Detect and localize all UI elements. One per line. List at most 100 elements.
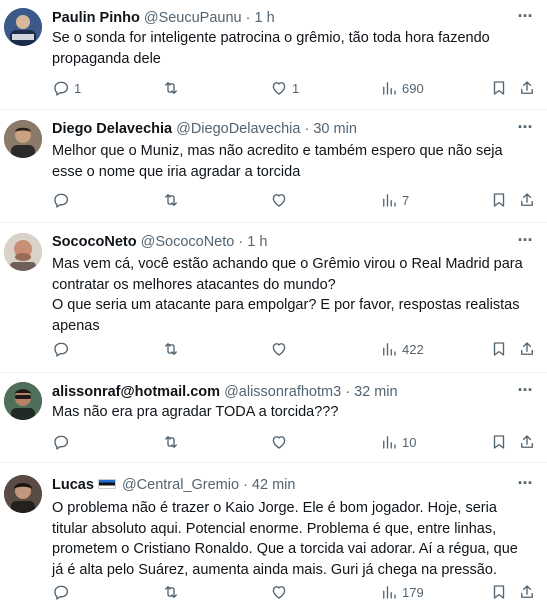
share-button[interactable] — [518, 431, 536, 453]
retweet-icon — [165, 436, 177, 448]
views-icon — [383, 436, 396, 449]
separator: · — [245, 10, 251, 26]
bookmark-icon — [493, 193, 505, 207]
reply-button[interactable] — [52, 581, 74, 603]
reply-icon — [54, 585, 69, 600]
retweet-button[interactable] — [162, 581, 184, 603]
like-button[interactable] — [270, 581, 292, 603]
retweet-button[interactable] — [162, 77, 184, 99]
tweet[interactable]: Paulin Pinho @SeucuPaunu · 1 h ··· Se o … — [0, 0, 547, 110]
views-button[interactable]: 7 — [380, 189, 409, 211]
author-handle[interactable]: @DiegoDelavechia — [176, 121, 300, 137]
more-options-icon[interactable]: ··· — [513, 7, 537, 30]
avatar[interactable] — [4, 8, 42, 46]
tweet[interactable]: alissonraf@hotmail.com @alissonrafhotm3 … — [0, 373, 547, 463]
share-icon — [521, 342, 533, 355]
share-icon — [521, 193, 533, 206]
timestamp[interactable]: 1 h — [255, 10, 275, 26]
timestamp[interactable]: 1 h — [247, 234, 267, 250]
author-handle[interactable]: @Central_Gremio — [122, 477, 239, 493]
reply-icon — [54, 435, 69, 450]
views-button[interactable]: 10 — [380, 431, 416, 453]
view-count: 690 — [402, 80, 424, 96]
more-options-icon[interactable]: ··· — [513, 474, 537, 497]
timestamp[interactable]: 42 min — [252, 477, 296, 493]
retweet-icon — [165, 194, 177, 206]
bookmark-icon — [493, 342, 505, 356]
share-icon — [521, 81, 533, 94]
bookmark-button[interactable] — [490, 338, 508, 360]
author-handle[interactable]: @SococoNeto — [141, 234, 235, 250]
heart-icon — [272, 343, 286, 356]
bookmark-icon — [493, 435, 505, 449]
avatar[interactable] — [4, 120, 42, 158]
reply-button[interactable] — [52, 189, 74, 211]
share-button[interactable] — [518, 189, 536, 211]
avatar[interactable] — [4, 233, 42, 271]
reply-button[interactable] — [52, 431, 74, 453]
bookmark-button[interactable] — [490, 581, 508, 603]
retweet-button[interactable] — [162, 189, 184, 211]
avatar[interactable] — [4, 475, 42, 513]
tweet-actions: 179 — [52, 581, 537, 603]
bookmark-button[interactable] — [490, 189, 508, 211]
view-count: 179 — [402, 584, 424, 600]
separator: · — [345, 384, 351, 400]
author-name[interactable]: SococoNeto — [52, 234, 137, 250]
views-icon — [383, 343, 396, 356]
views-button[interactable]: 179 — [380, 581, 424, 603]
reply-icon — [54, 342, 69, 357]
author-handle[interactable]: @SeucuPaunu — [144, 10, 242, 26]
reply-count: 1 — [74, 80, 82, 96]
retweet-icon — [165, 343, 177, 355]
tweet[interactable]: Lucas @Central_Gremio · 42 min ··· O pro… — [0, 463, 547, 611]
tweet-header: SococoNeto @SococoNeto · 1 h — [52, 232, 507, 252]
more-options-icon[interactable]: ··· — [513, 118, 537, 141]
tweet-header: alissonraf@hotmail.com @alissonrafhotm3 … — [52, 382, 507, 402]
tweet-text: Se o sonda for inteligente patrocina o g… — [52, 30, 494, 67]
view-count: 10 — [402, 434, 417, 450]
more-options-icon[interactable]: ··· — [513, 231, 537, 254]
avatar[interactable] — [4, 382, 42, 420]
separator: · — [238, 234, 244, 250]
bookmark-button[interactable] — [490, 431, 508, 453]
author-name[interactable]: Lucas — [52, 477, 94, 493]
share-icon — [521, 585, 533, 598]
views-button[interactable]: 690 — [380, 77, 424, 99]
timestamp[interactable]: 30 min — [313, 121, 357, 137]
avatar-image — [4, 8, 42, 46]
author-name[interactable]: Paulin Pinho — [52, 10, 140, 26]
tweet-header: Lucas @Central_Gremio · 42 min — [52, 475, 507, 495]
retweet-button[interactable] — [162, 431, 184, 453]
heart-icon — [272, 82, 286, 95]
like-button[interactable]: 1 — [270, 77, 299, 99]
bookmark-button[interactable] — [490, 77, 508, 99]
retweet-button[interactable] — [162, 338, 184, 360]
timestamp[interactable]: 32 min — [354, 384, 398, 400]
author-handle[interactable]: @alissonrafhotm3 — [224, 384, 341, 400]
author-name[interactable]: Diego Delavechia — [52, 121, 172, 137]
share-button[interactable] — [518, 77, 536, 99]
share-button[interactable] — [518, 338, 536, 360]
tweet-text: Mas vem cá, você estão achando que o Grê… — [52, 256, 523, 334]
tweet[interactable]: Diego Delavechia @DiegoDelavechia · 30 m… — [0, 110, 547, 223]
like-button[interactable] — [270, 431, 292, 453]
reply-icon — [54, 81, 69, 96]
views-button[interactable]: 422 — [380, 338, 424, 360]
tweet-text: O problema não é trazer o Kaio Jorge. El… — [52, 500, 522, 578]
reply-button[interactable]: 1 — [52, 77, 81, 99]
tweet-actions: 10 — [52, 431, 537, 453]
avatar-image — [4, 382, 42, 420]
view-count: 422 — [402, 341, 424, 357]
views-icon — [383, 194, 396, 207]
like-button[interactable] — [270, 189, 292, 211]
like-button[interactable] — [270, 338, 292, 360]
view-count: 7 — [402, 192, 410, 208]
tweet[interactable]: SococoNeto @SococoNeto · 1 h ··· Mas vem… — [0, 223, 547, 373]
tweet-text: Melhor que o Muniz, mas não acredito e t… — [52, 143, 507, 180]
share-button[interactable] — [518, 581, 536, 603]
reply-button[interactable] — [52, 338, 74, 360]
author-name[interactable]: alissonraf@hotmail.com — [52, 384, 220, 400]
reply-feed: Paulin Pinho @SeucuPaunu · 1 h ··· Se o … — [0, 0, 547, 611]
more-options-icon[interactable]: ··· — [513, 381, 537, 404]
